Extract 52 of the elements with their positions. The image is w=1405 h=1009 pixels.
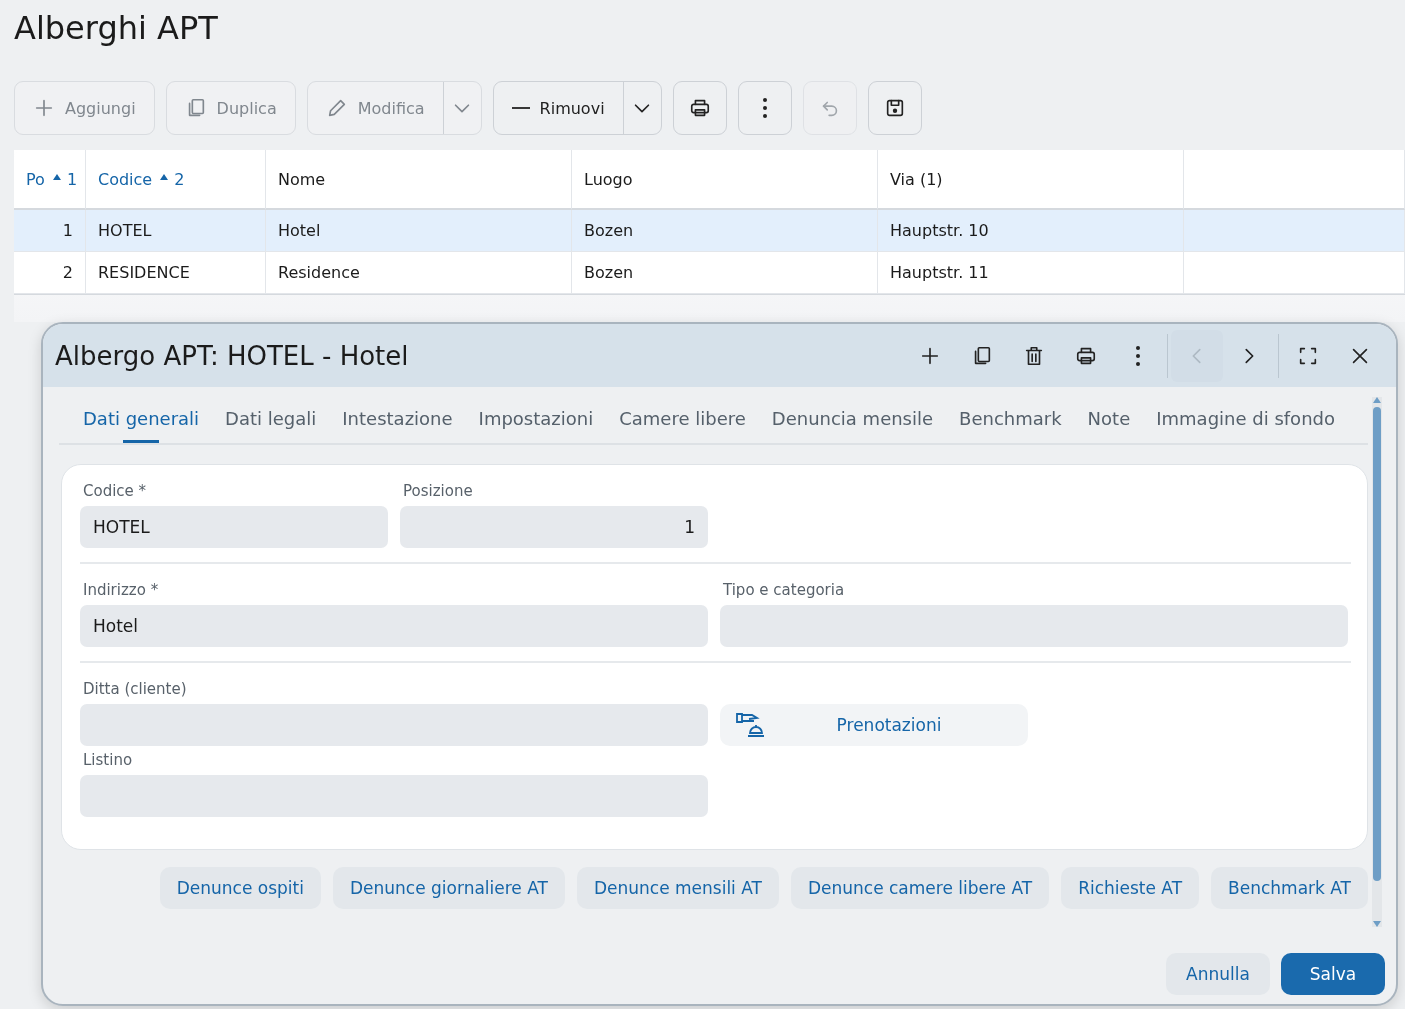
link-button[interactable]: Richieste AT [1061,867,1200,909]
input-field[interactable] [80,704,708,746]
link-button[interactable]: Denunce camere libere AT [790,867,1050,909]
tab[interactable]: Impostazioni [478,397,594,443]
table-cell: 2 [14,252,86,294]
scroll-down-icon[interactable] [1373,921,1381,927]
table-cell: 1 [14,210,86,252]
save-button[interactable]: Salva [1281,953,1385,995]
bookings-button[interactable]: Prenotazioni [720,704,1028,746]
tab[interactable]: Note [1087,397,1131,443]
cancel-button[interactable]: Annulla [1166,953,1270,995]
tab[interactable]: Camere libere [619,397,746,443]
link-button[interactable]: Denunce mensili AT [576,867,779,909]
input-field[interactable]: 1 [400,506,708,548]
table-cell: Residence [266,252,572,294]
table-cell: RESIDENCE [86,252,266,294]
scroll-up-icon[interactable] [1373,397,1381,403]
link-button[interactable]: Benchmark AT [1211,867,1368,909]
page-title: Alberghi APT [14,8,218,48]
tab[interactable]: Immagine di sfondo [1156,397,1335,443]
table-cell: HOTEL [86,210,266,252]
field-label: Listino [82,750,134,771]
input-field[interactable]: Hotel [80,605,708,647]
icon-button[interactable] [672,81,727,135]
table-cell: Hotel [266,210,572,252]
scrollbar[interactable] [1372,397,1382,927]
tab[interactable]: Benchmark [959,397,1062,443]
icon-button[interactable] [867,81,922,135]
table-cell: Hauptstr. 11 [878,252,1184,294]
link-button[interactable]: Denunce giornaliere AT [332,867,565,909]
link-button[interactable]: Denunce ospiti [159,867,321,909]
field-label: Ditta (cliente) [82,679,188,700]
print-icon [688,97,711,119]
table-cell: Bozen [572,252,878,294]
tab[interactable]: Dati generali [83,397,200,443]
input-field[interactable]: HOTEL [80,506,388,548]
field-label: Codice * [82,481,148,502]
field-label: Posizione [402,481,474,502]
hand-bell-icon [736,711,766,739]
tab[interactable]: Intestazione [342,397,453,443]
input-field[interactable] [80,775,708,817]
tab[interactable]: Dati legali [225,397,317,443]
plus-icon [33,97,55,119]
field-label: Tipo e categoria [722,580,846,601]
more-icon [761,97,768,119]
dialog-title: Albergo APT: HOTEL - Hotel [55,340,410,371]
table-cell: Bozen [572,210,878,252]
input-field[interactable] [720,605,1348,647]
minus-icon [511,107,530,109]
table-cell: Hauptstr. 10 [878,210,1184,252]
tab[interactable]: Denuncia mensile [771,397,934,443]
field-label: Indirizzo * [82,580,160,601]
